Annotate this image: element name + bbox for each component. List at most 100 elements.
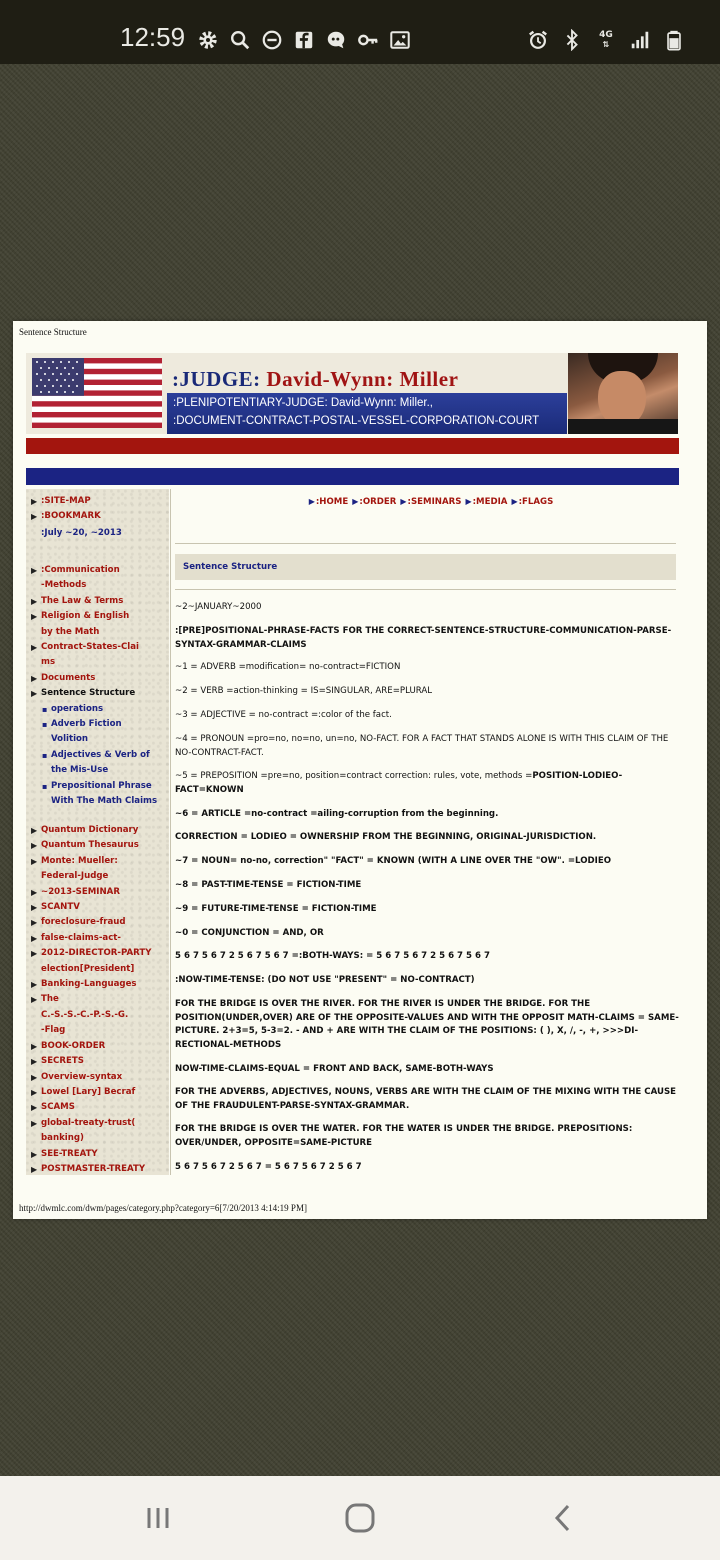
sidebar-item-label: BOOK-ORDER [41,1040,106,1051]
sidebar-item-site-map[interactable]: ▶:SITE-MAP [26,494,101,509]
sidebar-item[interactable]: ▶ Lowel [Lary] Becraf [26,1085,151,1100]
arrow-right-icon: ▶ [31,497,38,506]
back-icon[interactable] [545,1500,581,1536]
sidebar-subitem[interactable]: ▪ Adjectives & Verb of the Mis-Use [26,748,157,779]
chat-icon [324,28,348,52]
sidebar-item[interactable]: ▶ SCANTV [26,900,151,915]
paragraph-18: FOR THE BRIDGE IS OVER THE WATER. FOR TH… [175,1124,633,1148]
arrow-right-icon: ▶ [308,497,315,506]
paragraph-9: ~7 = NOUN= no-no, correction" "FACT" = K… [175,856,612,866]
sidebar-item[interactable]: ▶ global-treaty-trust(banking) [26,1116,151,1147]
sidebar-item[interactable]: ▶ Banking-Languages [26,977,151,992]
arrow-right-icon: ▶ [465,497,472,506]
top-nav-link[interactable]: :MEDIA [473,497,508,507]
paragraph-2: ~1 = ADVERB =modification= no-contract=F… [175,662,401,672]
sidebar-item-label: Federal-Judge [41,871,109,882]
sidebar-item[interactable]: ▶ Documents [26,671,157,686]
sidebar-item-label: ms [41,657,56,668]
sidebar-item-label: operations [51,703,104,714]
top-nav-link[interactable]: :SEMINARS [408,497,462,507]
sidebar-item-label: :SITE-MAP [41,496,91,506]
sidebar-item-label: POSTMASTER-TREATY [41,1163,146,1174]
paragraph-13: 5 6 7 5 6 7 2 5 6 7 5 6 7 =:BOTH-WAYS: =… [175,951,490,961]
sidebar-item-label: The Law & Terms [41,595,124,606]
network-label: 4G [599,30,613,40]
sidebar-item[interactable]: ▶ POSTMASTER-TREATY [26,1162,151,1177]
sidebar-item-label: Adjectives & Verb of [51,749,150,760]
blue-divider [26,468,679,485]
sidebar-item[interactable]: ▶ ~2013-SEMINAR [26,885,151,900]
top-nav-link[interactable]: :HOME [316,497,348,507]
sidebar-item-label: Prepositional Phrase [51,780,152,791]
sidebar-item[interactable]: ▶ BOOK-ORDER [26,1039,151,1054]
sidebar-item[interactable]: ▶ Religion & English by the Math [26,609,157,640]
sidebar-item[interactable]: ▶ SCAMS [26,1100,151,1115]
sidebar-item-label: SCANTV [41,902,80,913]
bluetooth-icon [560,28,584,52]
recent-apps-icon[interactable] [140,1500,176,1536]
search-icon [228,28,252,52]
top-nav-link[interactable]: :FLAGS [519,497,554,507]
paragraph-17: FOR THE ADVERBS, ADJECTIVES, NOUNS, VERB… [175,1087,677,1111]
sidebar-item[interactable]: ▶ SEE-TREATY [26,1147,151,1162]
arrow-right-icon: ▶ [31,826,38,835]
arrow-right-icon: ▶ [511,497,518,506]
arrow-right-icon: ▶ [31,856,38,866]
sidebar-item[interactable]: ▶ Overview-syntax [26,1070,151,1085]
sidebar-item-label: the Mis-Use [51,765,109,776]
sidebar-item[interactable]: ▶ 2012-DIRECTOR-PARTY election[President] [26,946,151,977]
sidebar-divider [170,489,171,1175]
page-title: Sentence Structure [19,327,87,337]
bullet-icon: ▪ [42,704,48,714]
banner-line1: :PLENIPOTENTIARY-JUDGE: David-Wynn: Mill… [173,397,433,409]
banner-subtitle-bar: :PLENIPOTENTIARY-JUDGE: David-Wynn: Mill… [167,393,567,434]
article-date: ~2~JANUARY~2000 [175,602,262,612]
sidebar-item[interactable]: ▶ false-claims-act- [26,931,151,946]
sidebar-item-label: banking) [41,1133,84,1144]
alarm-icon [526,28,550,52]
divider [175,589,676,590]
bullet-icon: ▪ [42,781,48,791]
sidebar-item-label: :Communication [41,565,120,575]
sidebar-item[interactable]: ▶ Contract-States-Clai ms [26,640,157,671]
sidebar-item-label: false-claims-act- [41,932,121,943]
sidebar-subitem[interactable]: ▪ Prepositional Phrase With The Math Claim… [26,779,157,810]
sidebar-item-bookmark[interactable]: ▶:BOOKMARK [26,509,101,524]
sidebar-item-label: Religion & English [41,611,130,622]
paragraph-16: NOW-TIME-CLAIMS-EQUAL = FRONT AND BACK, … [175,1064,494,1074]
page-card: Sentence Structure :JUDGE: David-Wynn: M… [13,321,707,1219]
sidebar-item[interactable]: ▶ foreclosure-fraud [26,915,151,930]
key-icon [356,28,380,52]
arrow-right-icon: ▶ [31,995,38,1005]
sidebar-item[interactable]: ▶ Quantum Thesaurus [26,838,151,853]
portrait-photo [568,353,678,434]
battery-icon [662,28,686,52]
sidebar-subitem[interactable]: ▪ operations [26,702,157,717]
paragraph-15: FOR THE BRIDGE IS OVER THE RIVER. FOR TH… [175,999,679,1050]
sidebar-item-label: -Flag [41,1025,66,1036]
status-bar: 12:59 4G ⇅ [0,0,720,64]
top-nav-link[interactable]: :ORDER [359,497,396,507]
arrow-right-icon: ▶ [31,1087,38,1097]
sidebar-item[interactable]: ▶ The C.-S.-S.-C.-P.-S.-G. -Flag [26,992,151,1038]
system-nav-bar [0,1476,720,1560]
sidebar-item[interactable]: ▶ Quantum Dictionary [26,823,151,838]
sidebar-item[interactable]: ▶ SECRETS [26,1054,151,1069]
sidebar-item[interactable]: ▶:Communication -Methods [26,563,157,594]
paragraph-12: ~0 = CONJUNCTION = AND, OR [175,928,324,938]
arrow-right-icon: ▶ [31,1041,38,1051]
sidebar-item-label: :BOOKMARK [41,511,101,522]
sidebar-item[interactable]: ▶ Monte: Mueller: Federal-Judge [26,854,151,885]
sidebar-item-label: Overview-syntax [41,1071,123,1082]
arrow-right-icon: ▶ [31,949,38,959]
sidebar-item[interactable]: ▶ Sentence Structure [26,686,157,701]
arrow-right-icon: ▶ [31,918,38,928]
paragraph-11: ~9 = FUTURE-TIME-TENSE = FICTION-TIME [175,904,377,914]
sidebar-item-label: -Methods [41,580,87,591]
arrow-right-icon: ▶ [31,1072,38,1082]
4g-lte-icon: 4G ⇅ [599,30,613,50]
home-icon[interactable] [342,1500,378,1536]
sidebar-item-label: ~2013-SEMINAR [41,886,120,897]
sidebar-item[interactable]: ▶ The Law & Terms [26,594,157,609]
sidebar-subitem[interactable]: ▪ Adverb Fiction Volition [26,717,157,748]
